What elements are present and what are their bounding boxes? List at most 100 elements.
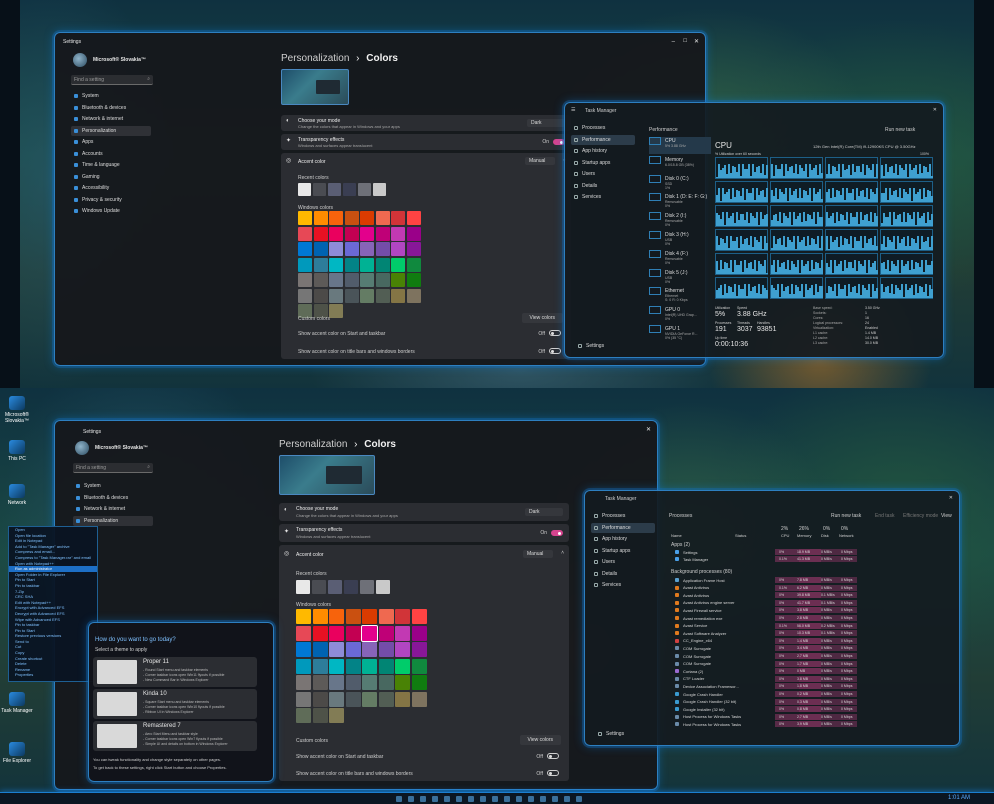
color-swatch[interactable] — [362, 609, 377, 624]
color-swatch[interactable] — [296, 609, 311, 624]
sidebar-item-system[interactable]: System — [73, 481, 153, 491]
recent-swatch[interactable] — [360, 580, 374, 594]
tm-nav-users[interactable]: Users — [571, 169, 635, 179]
taskbar-icon[interactable] — [432, 796, 438, 802]
color-swatch[interactable] — [378, 625, 394, 641]
task-manager-window-2[interactable]: Task Manager ✕ Processes Performance App h… — [584, 490, 960, 746]
start-taskbar-toggle-2[interactable] — [547, 753, 559, 759]
title-bars-toggle[interactable] — [549, 348, 561, 354]
tm-nav-services[interactable]: Services — [571, 192, 635, 202]
color-swatch[interactable] — [391, 257, 405, 272]
color-swatch[interactable] — [298, 273, 312, 287]
tm-nav-services[interactable]: Services — [591, 580, 655, 590]
start-taskbar-toggle[interactable] — [549, 330, 561, 336]
tm-settings[interactable]: Settings — [575, 341, 604, 351]
perf-item[interactable]: Disk 5 (J:) USB 0% — [649, 268, 711, 286]
task-manager-window[interactable]: Task Manager ✕ ☰ Processes Performance App… — [564, 102, 944, 358]
context-menu-item[interactable]: Properties — [9, 672, 97, 678]
tm-settings-2[interactable]: Settings — [595, 729, 624, 739]
color-swatch[interactable] — [406, 288, 421, 303]
perf-item[interactable]: Disk 2 (I:) Removable 0% — [649, 212, 711, 229]
color-swatch[interactable] — [411, 609, 427, 624]
recent-swatch[interactable] — [328, 183, 341, 196]
color-swatch[interactable] — [298, 257, 312, 272]
process-row[interactable]: Host Process for Windows Tasks 0% 3.9 MB 0 … — [669, 721, 955, 728]
color-swatch[interactable] — [344, 211, 359, 225]
sidebar-item-gaming[interactable]: Gaming — [71, 172, 151, 182]
color-swatch[interactable] — [411, 658, 427, 674]
process-row[interactable]: Task Manager 0.1% 41.3 MB 0 MB/s 0 Mbps — [669, 556, 955, 562]
color-swatch[interactable] — [406, 242, 421, 256]
color-swatch[interactable] — [329, 288, 343, 303]
minimize-icon[interactable]: – — [672, 39, 675, 45]
color-swatch[interactable] — [391, 242, 405, 256]
color-swatch[interactable] — [406, 273, 421, 287]
tm-close-icon[interactable]: ✕ — [933, 107, 937, 113]
process-row[interactable]: Google Crash Handler 0% 0.2 MB 0 MB/s 0 Mbps — [669, 691, 955, 697]
taskbar-icon[interactable] — [564, 796, 570, 802]
color-swatch[interactable] — [298, 242, 312, 256]
color-swatch[interactable] — [360, 211, 374, 225]
color-swatch[interactable] — [329, 609, 344, 624]
color-swatch[interactable] — [362, 642, 377, 657]
tm-nav-processes[interactable]: Processes — [571, 123, 635, 133]
process-row[interactable]: Avast Antivirus 0% 39.8 MB 0.1 MB/s 0 Mbps — [669, 592, 955, 599]
col-cpu[interactable]: CPU — [781, 533, 789, 538]
color-swatch[interactable] — [360, 273, 374, 287]
color-swatch[interactable] — [313, 273, 328, 287]
mode-dropdown-2[interactable]: Dark — [525, 508, 563, 516]
color-swatch[interactable] — [329, 273, 343, 287]
color-swatch[interactable] — [344, 226, 359, 241]
tm-nav-details[interactable]: Details — [591, 569, 655, 579]
recent-swatch[interactable] — [328, 580, 342, 594]
sidebar-item-accessibility[interactable]: Accessibility — [71, 183, 151, 193]
color-swatch[interactable] — [329, 242, 343, 256]
color-swatch[interactable] — [378, 691, 394, 707]
close-icon[interactable]: ✕ — [694, 38, 699, 45]
breadcrumb-parent[interactable]: Personalization — [281, 53, 349, 64]
view-button[interactable]: View — [941, 513, 952, 519]
color-swatch[interactable] — [312, 658, 328, 674]
col-name[interactable]: Name — [671, 533, 682, 538]
color-swatch[interactable] — [329, 304, 343, 318]
maximize-icon[interactable]: □ — [683, 38, 687, 44]
sidebar-item-privacy-security[interactable]: Privacy & security — [71, 195, 151, 205]
sidebar-item-personalization[interactable]: Personalization — [71, 125, 151, 136]
run-task-button[interactable]: Run new task — [885, 127, 915, 133]
hamburger-icon[interactable]: ☰ — [571, 107, 575, 113]
recent-swatch[interactable] — [344, 580, 358, 594]
mode-card[interactable]: ◐ Choose your mode Change the colors tha… — [281, 115, 571, 131]
process-row[interactable]: COM Surrogate 0% 3.4 MB 0 MB/s 0 Mbps — [669, 645, 955, 652]
process-row[interactable]: Avast Service 0.1% 56.0 MB 0.2 MB/s 0 Mbps — [669, 622, 955, 629]
color-swatch[interactable] — [344, 257, 359, 272]
desktop-icon[interactable]: Microsoft® Slovakia™ — [0, 396, 34, 424]
view-colors-button-2[interactable]: View colors — [519, 735, 561, 745]
perf-item[interactable]: Ethernet Ethernet S: 0 R: 0 Kbps — [649, 287, 711, 304]
color-swatch[interactable] — [345, 658, 361, 674]
color-swatch[interactable] — [395, 625, 410, 641]
color-swatch[interactable] — [298, 211, 312, 225]
color-swatch[interactable] — [329, 226, 343, 241]
taskbar-icon[interactable] — [576, 796, 582, 802]
process-row[interactable]: Avast Firewall service 0% 3.8 MB 0 MB/s 0 Mb… — [669, 607, 955, 614]
color-swatch[interactable] — [395, 609, 410, 624]
tm-close-icon-2[interactable]: ✕ — [949, 495, 953, 501]
color-swatch[interactable] — [411, 691, 427, 707]
color-swatch[interactable] — [296, 658, 311, 674]
taskbar-icon[interactable] — [456, 796, 462, 802]
color-swatch[interactable] — [296, 675, 311, 690]
color-swatch[interactable] — [313, 288, 328, 303]
search-input[interactable]: Find a setting ⌕ — [71, 75, 153, 85]
efficiency-button[interactable]: Efficiency mode — [903, 513, 938, 519]
sidebar-item-network-internet[interactable]: Network & internet — [71, 114, 151, 124]
recent-swatch[interactable] — [376, 580, 390, 594]
tm-nav-app-history[interactable]: App history — [591, 534, 655, 544]
theme-option[interactable]: Remastered 7 - Aero Start Menu and taskba… — [93, 721, 257, 751]
taskbar-icon[interactable] — [396, 796, 402, 802]
perf-item[interactable]: GPU 1 NVIDIA GeForce R... 0% (35 °C) — [649, 325, 711, 342]
sidebar-item-time-language[interactable]: Time & language — [71, 160, 151, 170]
sidebar-item-apps[interactable]: Apps — [71, 137, 151, 147]
taskbar-icon[interactable] — [528, 796, 534, 802]
context-menu-item[interactable]: Compress to "Task Manager.rar" and email — [9, 555, 97, 561]
color-swatch[interactable] — [296, 642, 311, 657]
